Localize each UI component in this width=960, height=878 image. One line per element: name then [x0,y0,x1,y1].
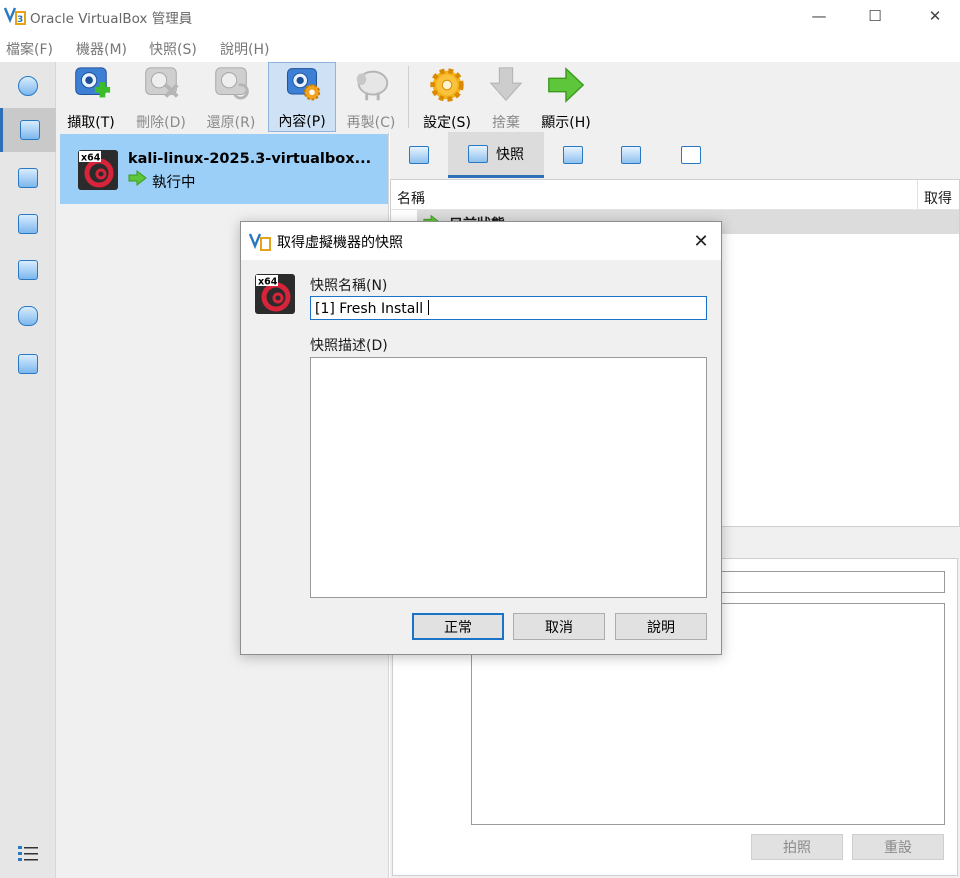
column-name[interactable]: 名稱 [397,188,425,208]
take-snapshot-label: 擷取(T) [67,115,115,131]
tab-details[interactable] [404,132,434,178]
tab-logs[interactable] [558,132,588,178]
network-icon [18,260,38,280]
minimize-button[interactable]: — [796,0,842,32]
camera-delete-icon [145,67,179,98]
snapshot-name-input[interactable]: [1] Fresh Install [310,296,707,320]
snapshot-name-value: [1] Fresh Install [315,301,424,317]
snapshot-camera-icon [468,144,488,163]
settings-label: 設定(S) [423,115,471,131]
discard-button[interactable]: 捨棄 [480,62,532,132]
os-badge: x64 [81,153,101,164]
discard-label: 捨棄 [492,115,520,131]
menu-snapshot[interactable]: 快照(S) [149,39,197,59]
network-tool[interactable] [0,248,56,292]
vm-list-item[interactable]: x64 kali-linux-2025.3-virtualbox... 執行中 [60,134,388,204]
details-icon [409,146,429,164]
settings-button[interactable]: 設定(S) [416,62,478,132]
tab-file-manager[interactable] [676,132,706,178]
file-manager-icon [681,146,701,164]
arrow-right-icon [548,67,585,103]
snapshot-properties-button[interactable]: 內容(P) [268,62,336,132]
menu-machine[interactable]: 機器(M) [76,39,127,59]
menu-help[interactable]: 說明(H) [220,39,269,59]
tools-menu[interactable] [0,832,56,876]
gear-icon [430,68,464,102]
activity-chart-icon [18,354,38,374]
welcome-icon [18,76,38,96]
main-toolbar: 擷取(T) 刪除(D) 還原(R) 內容(P) 再製(C) 設定(S) 捨棄 顯… [56,62,960,132]
activity-chart-icon [621,146,641,164]
show-label: 顯示(H) [541,115,591,131]
clone-button[interactable]: 再製(C) [342,62,400,132]
tab-snapshots[interactable]: 快照 [448,132,544,178]
os-debian-icon: x64 [78,150,118,190]
reset-button[interactable]: 重設 [852,834,944,860]
snapshot-properties-label: 內容(P) [278,114,326,130]
running-arrow-icon [128,170,147,186]
window-title: Oracle VirtualBox 管理員 [30,11,193,27]
title-bar: 3 Oracle VirtualBox 管理員 — ☐ ✕ [0,0,960,32]
extensions-icon [18,168,38,188]
os-badge: x64 [258,277,278,288]
take-snapshot-dialog: 取得虛擬機器的快照 ✕ x64 快照名稱(N) [1] Fresh Instal… [240,221,722,655]
media-icon [18,214,38,234]
restore-snapshot-button[interactable]: 還原(R) [202,62,260,132]
vm-name: kali-linux-2025.3-virtualbox... [128,151,372,167]
snapshot-description-input[interactable] [310,357,707,598]
welcome-tool[interactable] [0,64,56,108]
take-snapshot-button[interactable]: 擷取(T) [62,62,120,132]
dialog-close-button[interactable]: ✕ [687,228,715,254]
menu-file[interactable]: 檔案(F) [6,39,53,59]
tab-snapshots-label: 快照 [496,146,524,163]
os-debian-icon: x64 [255,274,295,314]
list-menu-icon [18,846,38,861]
restore-snapshot-label: 還原(R) [206,115,256,131]
media-tool[interactable] [0,202,56,246]
virtualbox-logo-icon [249,233,271,251]
camera-add-icon [75,67,111,98]
menu-bar: 檔案(F) 機器(M) 快照(S) 說明(H) [0,36,960,58]
dialog-title: 取得虛擬機器的快照 [277,235,403,251]
snapshot-name-label: 快照名稱(N) [310,278,388,294]
machines-icon [19,120,40,140]
virtualbox-logo-icon: 3 [4,7,26,25]
help-button[interactable]: 說明 [615,613,707,640]
tab-activity[interactable] [616,132,646,178]
svg-text:3: 3 [17,15,23,25]
dialog-title-bar: 取得虛擬機器的快照 ✕ [241,222,721,260]
extensions-tool[interactable] [0,156,56,200]
detail-tabs: 快照 [390,132,960,178]
logs-icon [563,146,583,164]
ok-button[interactable]: 正常 [412,613,504,640]
camera-restore-icon [215,67,249,100]
delete-snapshot-button[interactable]: 刪除(D) [132,62,190,132]
snapshot-description-label: 快照描述(D) [310,338,388,354]
maximize-button[interactable]: ☐ [852,0,898,32]
delete-snapshot-label: 刪除(D) [136,115,186,131]
vm-state: 執行中 [152,175,196,191]
take-button[interactable]: 拍照 [751,834,843,860]
column-taken[interactable]: 取得 [917,180,952,210]
close-button[interactable]: ✕ [912,0,958,32]
cloud-icon [18,306,38,326]
sheep-clone-icon [356,70,389,101]
activities-tool[interactable] [0,342,56,386]
show-button[interactable]: 顯示(H) [536,62,596,132]
toolbar-separator [408,66,409,128]
cancel-button[interactable]: 取消 [513,613,605,640]
camera-properties-icon [287,68,321,101]
machines-tool[interactable] [0,108,56,152]
tool-strip [0,62,56,878]
snapshot-tree-header: 名稱 取得 [391,180,959,210]
clone-label: 再製(C) [346,115,396,131]
cloud-tool[interactable] [0,294,56,338]
text-caret [428,300,430,315]
arrow-down-icon [489,67,523,101]
